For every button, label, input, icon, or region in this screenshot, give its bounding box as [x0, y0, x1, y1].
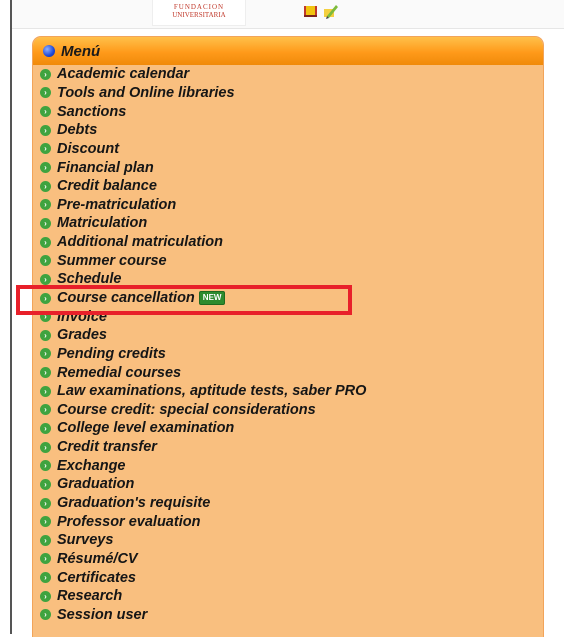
menu-item-label[interactable]: Pre-matriculation: [57, 197, 176, 213]
green-bullet-icon: ›: [40, 516, 51, 528]
menu-item-label[interactable]: Session user: [57, 607, 147, 623]
menu-item-label[interactable]: Debts: [57, 122, 97, 138]
menu-item-graduation-s-requisite[interactable]: › Graduation's requisite: [33, 494, 543, 513]
menu-item-label[interactable]: Summer course: [57, 253, 167, 269]
green-bullet-icon: ›: [40, 180, 51, 192]
menu-item-credit-transfer[interactable]: › Credit transfer: [33, 438, 543, 457]
green-bullet-icon: ›: [40, 68, 51, 80]
menu-item-sanctions[interactable]: › Sanctions: [33, 102, 543, 121]
pencil-icon[interactable]: [323, 3, 339, 19]
menu-item-academic-calendar[interactable]: › Academic calendar: [33, 65, 543, 84]
menu-item-label[interactable]: Certificates: [57, 570, 136, 586]
menu-item-exchange[interactable]: › Exchange: [33, 456, 543, 475]
menu-item-label[interactable]: Tools and Online libraries: [57, 85, 235, 101]
left-border-line: [10, 0, 12, 634]
menu-item-remedial-courses[interactable]: › Remedial courses: [33, 363, 543, 382]
green-bullet-icon: ›: [40, 460, 51, 472]
menu-item-label[interactable]: Résumé/CV: [57, 551, 138, 567]
blue-bullet-icon: [43, 45, 55, 57]
menu-item-discount[interactable]: › Discount: [33, 140, 543, 159]
menu-item-pre-matriculation[interactable]: › Pre-matriculation: [33, 195, 543, 214]
green-bullet-icon: ›: [40, 478, 51, 490]
menu-item-label[interactable]: Research: [57, 588, 122, 604]
green-bullet-icon: ›: [40, 572, 51, 584]
green-bullet-icon: ›: [40, 199, 51, 211]
menu-item-summer-course[interactable]: › Summer course: [33, 251, 543, 270]
menu-item-course-credit-special-considerations[interactable]: › Course credit: special considerations: [33, 401, 543, 420]
menu-item-label[interactable]: Sanctions: [57, 104, 126, 120]
green-bullet-icon: ›: [40, 404, 51, 416]
green-bullet-icon: ›: [40, 367, 51, 379]
menu-item-session-user[interactable]: › Session user: [33, 606, 543, 625]
menu-item-professor-evaluation[interactable]: › Professor evaluation: [33, 512, 543, 531]
menu-item-credit-balance[interactable]: › Credit balance: [33, 177, 543, 196]
university-logo[interactable]: FUNDACION UNIVERSITARIA: [152, 0, 246, 26]
menu-item-surveys[interactable]: › Surveys: [33, 531, 543, 550]
menu-item-label[interactable]: Financial plan: [57, 160, 154, 176]
menu-item-additional-matriculation[interactable]: › Additional matriculation: [33, 233, 543, 252]
menu-item-debts[interactable]: › Debts: [33, 121, 543, 140]
highlight-box: [16, 285, 352, 315]
menu-item-label[interactable]: Professor evaluation: [57, 514, 200, 530]
green-bullet-icon: ›: [40, 273, 51, 285]
green-bullet-icon: ›: [40, 590, 51, 602]
menu-item-grades[interactable]: › Grades: [33, 326, 543, 345]
logo-line2: UNIVERSITARIA: [172, 11, 226, 19]
menu-item-research[interactable]: › Research: [33, 587, 543, 606]
green-bullet-icon: ›: [40, 236, 51, 248]
green-bullet-icon: ›: [40, 87, 51, 99]
menu-item-certificates[interactable]: › Certificates: [33, 568, 543, 587]
green-bullet-icon: ›: [40, 329, 51, 341]
menu-item-label[interactable]: Surveys: [57, 532, 113, 548]
green-bullet-icon: ›: [40, 385, 51, 397]
menu-item-label[interactable]: Credit balance: [57, 178, 157, 194]
menu-item-label[interactable]: Exchange: [57, 458, 126, 474]
green-bullet-icon: ›: [40, 609, 51, 621]
menu-item-label[interactable]: Graduation: [57, 476, 134, 492]
menu-item-matriculation[interactable]: › Matriculation: [33, 214, 543, 233]
green-bullet-icon: ›: [40, 348, 51, 360]
menu-item-label[interactable]: Remedial courses: [57, 365, 181, 381]
menu-item-r-sum-cv[interactable]: › Résumé/CV: [33, 550, 543, 569]
green-bullet-icon: ›: [40, 441, 51, 453]
menu-item-label[interactable]: Grades: [57, 327, 107, 343]
menu-item-graduation[interactable]: › Graduation: [33, 475, 543, 494]
green-bullet-icon: ›: [40, 124, 51, 136]
green-bullet-icon: ›: [40, 162, 51, 174]
menu-item-label[interactable]: Matriculation: [57, 215, 147, 231]
menu-header: Menú: [33, 37, 543, 65]
menu-item-tools-and-online-libraries[interactable]: › Tools and Online libraries: [33, 84, 543, 103]
green-bullet-icon: ›: [40, 217, 51, 229]
green-bullet-icon: ›: [40, 497, 51, 509]
book-icon[interactable]: [303, 3, 319, 19]
menu-item-label[interactable]: College level examination: [57, 420, 234, 436]
green-bullet-icon: ›: [40, 143, 51, 155]
menu-item-label[interactable]: Course credit: special considerations: [57, 402, 316, 418]
menu-item-label[interactable]: Discount: [57, 141, 119, 157]
green-bullet-icon: ›: [40, 106, 51, 118]
menu-item-label[interactable]: Law examinations, aptitude tests, saber …: [57, 383, 366, 399]
menu-item-pending-credits[interactable]: › Pending credits: [33, 345, 543, 364]
menu-panel: Menú › Academic calendar › Tools and Online…: [32, 36, 544, 637]
menu-item-label[interactable]: Additional matriculation: [57, 234, 223, 250]
menu-item-label[interactable]: Pending credits: [57, 346, 166, 362]
green-bullet-icon: ›: [40, 422, 51, 434]
menu-title: Menú: [61, 42, 101, 60]
menu-item-label[interactable]: Academic calendar: [57, 66, 189, 82]
logo-line1: FUNDACION: [173, 3, 225, 11]
menu-item-law-examinations-aptitude-tests-saber-pro[interactable]: › Law examinations, aptitude tests, saber…: [33, 382, 543, 401]
menu-item-college-level-examination[interactable]: › College level examination: [33, 419, 543, 438]
menu-item-label[interactable]: Graduation's requisite: [57, 495, 210, 511]
menu-item-financial-plan[interactable]: › Financial plan: [33, 158, 543, 177]
green-bullet-icon: ›: [40, 553, 51, 565]
green-bullet-icon: ›: [40, 255, 51, 267]
menu-list: › Academic calendar › Tools and Online libr…: [33, 65, 543, 624]
header-strip: FUNDACION UNIVERSITARIA: [12, 0, 564, 29]
menu-item-label[interactable]: Credit transfer: [57, 439, 157, 455]
green-bullet-icon: ›: [40, 534, 51, 546]
